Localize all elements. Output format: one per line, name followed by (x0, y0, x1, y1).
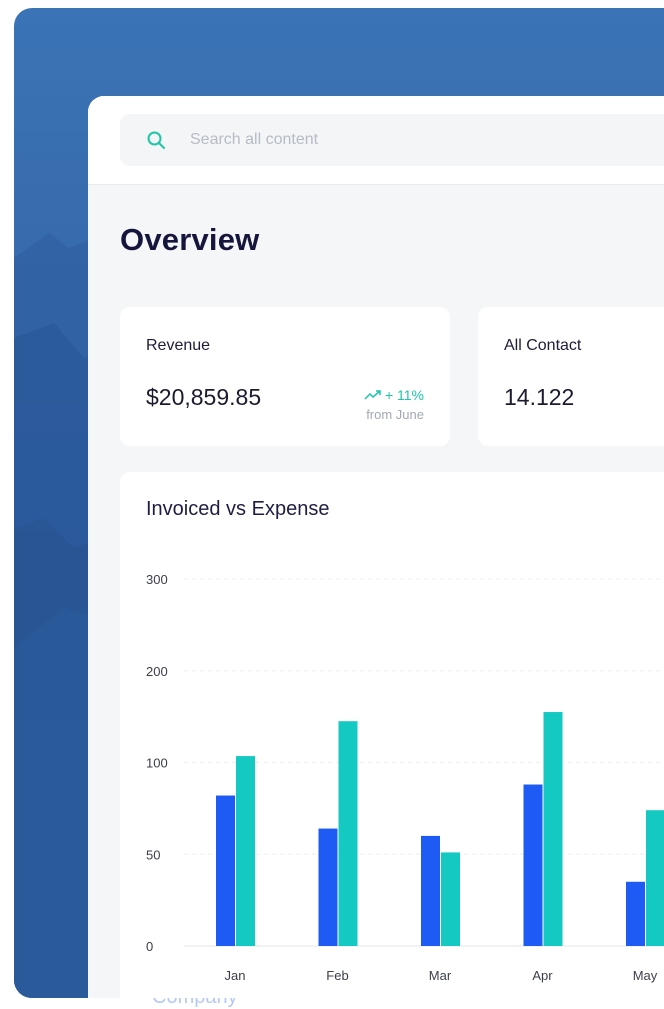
invoiced-bar[interactable] (216, 795, 235, 946)
search-bar[interactable] (120, 114, 664, 166)
y-tick-label: 50 (146, 847, 160, 862)
revenue-label: Revenue (146, 337, 211, 354)
y-tick-label: 0 (146, 939, 153, 954)
contact-card[interactable]: All Contact 14.122 (478, 307, 664, 446)
trend-up-icon (364, 390, 381, 400)
trend-percent: + 11% (384, 387, 424, 403)
invoiced-bar[interactable] (421, 835, 440, 946)
invoiced-bar[interactable] (523, 784, 543, 946)
x-tick-label: Feb (326, 968, 348, 983)
bar-chart: 0 50 100 200 300 Jan Feb Mar Apr May (146, 572, 664, 983)
y-tick-label: 200 (146, 664, 168, 679)
page-title: Overview (120, 222, 260, 257)
y-tick-label: 100 (146, 756, 168, 771)
x-tick-label: May (633, 968, 658, 983)
expense-bar[interactable] (236, 756, 255, 946)
expense-bar[interactable] (646, 810, 664, 946)
revenue-card[interactable]: Revenue $20,859.85 + 11% from June (120, 307, 450, 446)
top-bar (88, 96, 664, 185)
expense-bar[interactable] (543, 712, 563, 946)
expense-bar[interactable] (441, 852, 460, 946)
contact-value: 14.122 (504, 384, 575, 410)
dashboard-panel: Overview Revenue $20,859.85 + 11% from J… (88, 96, 664, 998)
chart-card: Invoiced vs Expense 0 50 100 200 300 Jan Feb Ma… (120, 472, 664, 998)
search-input[interactable] (190, 114, 650, 166)
x-tick-label: Apr (532, 968, 553, 983)
x-tick-label: Jan (225, 968, 246, 983)
invoiced-bar[interactable] (626, 881, 645, 946)
search-icon[interactable] (146, 130, 166, 150)
contact-label: All Contact (504, 337, 582, 354)
revenue-value: $20,859.85 (146, 384, 262, 410)
y-tick-label: 300 (146, 572, 168, 587)
x-tick-label: Mar (429, 968, 452, 983)
trend-note: from June (366, 407, 424, 422)
invoiced-bar[interactable] (318, 828, 338, 946)
expense-bar[interactable] (338, 721, 358, 946)
revenue-trend: + 11% from June (364, 387, 424, 422)
